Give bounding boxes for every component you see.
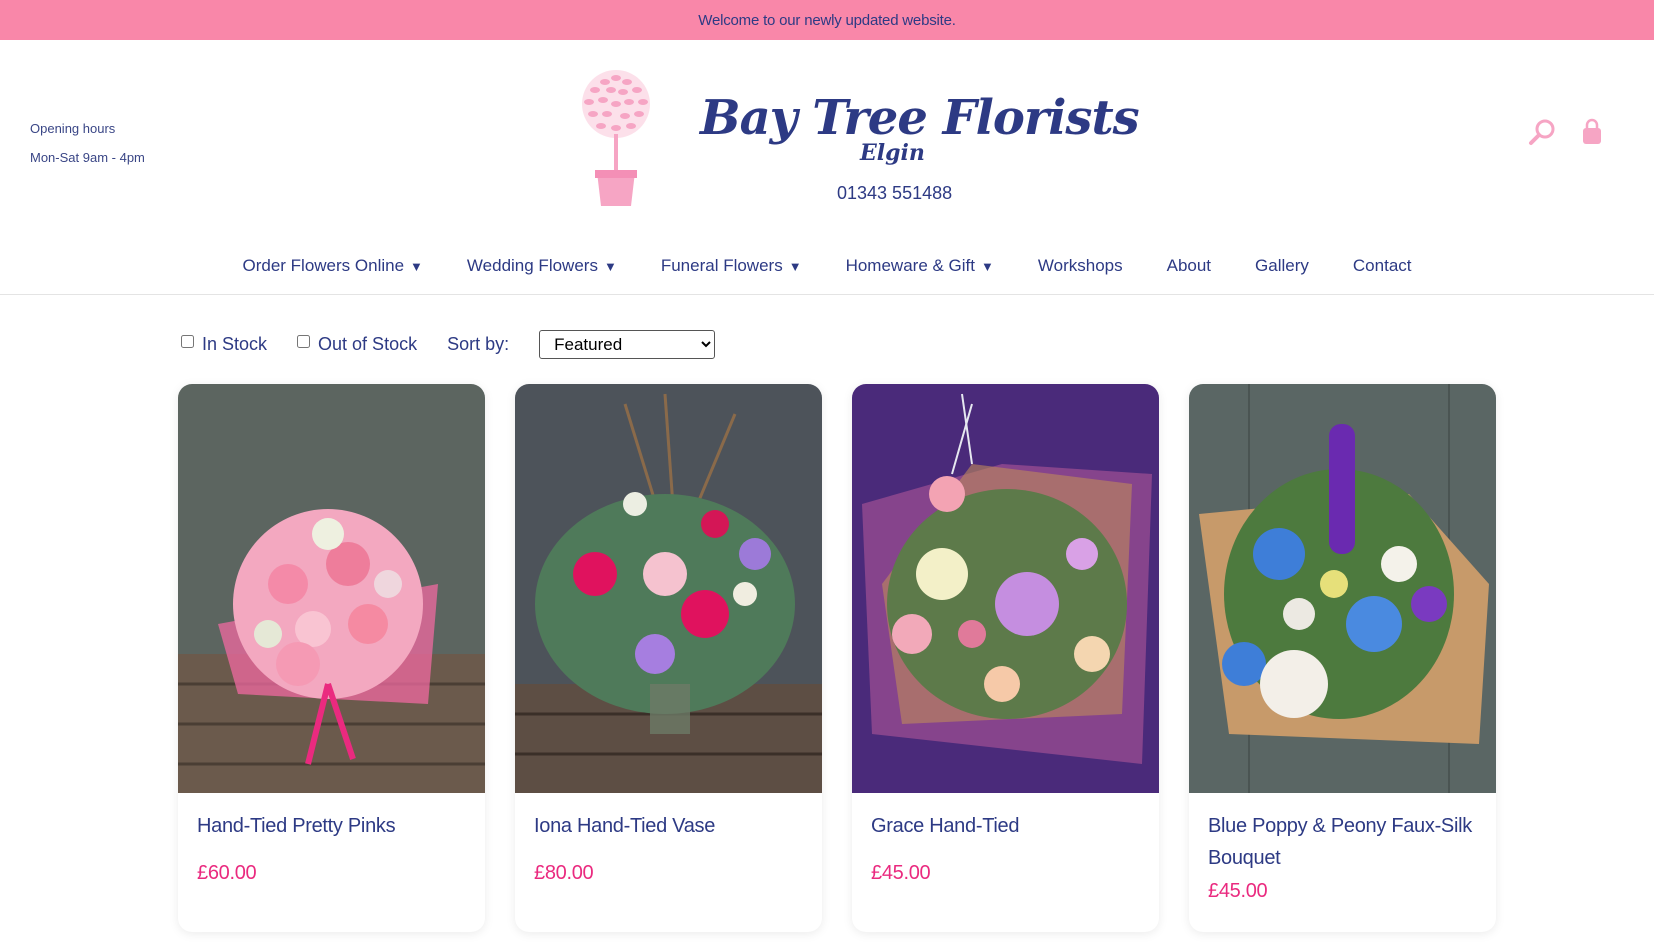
- product-card[interactable]: Grace Hand-Tied £45.00: [852, 384, 1159, 932]
- nav-label: Homeware & Gift: [845, 256, 976, 275]
- product-grid: Hand-Tied Pretty Pinks £60.00 Iona Hand-…: [178, 384, 1496, 932]
- product-card[interactable]: Blue Poppy & Peony Faux-Silk Bouquet £45…: [1189, 384, 1496, 932]
- out-of-stock-label: Out of Stock: [318, 334, 418, 354]
- product-photo[interactable]: [178, 384, 485, 793]
- caret-down-icon: ▼: [788, 259, 802, 274]
- bouquet-photo: [852, 384, 1159, 793]
- product-card[interactable]: Hand-Tied Pretty Pinks £60.00: [178, 384, 485, 932]
- bay-tree-icon: [582, 70, 650, 206]
- in-stock-label: In Stock: [202, 334, 268, 354]
- in-stock-checkbox[interactable]: [181, 335, 194, 348]
- main-nav: Order Flowers Online ▼ Wedding Flowers ▼ F…: [0, 242, 1654, 295]
- product-photo[interactable]: [852, 384, 1159, 793]
- site-logo[interactable]: Bay Tree Florists Elgin 01343 551488: [582, 68, 1140, 218]
- caret-down-icon: ▼: [410, 259, 423, 274]
- nav-item-homeware-gift[interactable]: Homeware & Gift ▼: [824, 242, 1016, 276]
- caret-down-icon: ▼: [603, 259, 617, 274]
- opening-hours-times: Mon-Sat 9am - 4pm: [30, 150, 145, 165]
- header-actions: [1528, 118, 1606, 146]
- product-price: £45.00: [1208, 880, 1268, 902]
- nav-item-about[interactable]: About: [1145, 242, 1233, 276]
- product-photo[interactable]: [1189, 384, 1496, 793]
- nav-label: Gallery: [1255, 256, 1309, 275]
- out-of-stock-filter[interactable]: Out of Stock: [297, 334, 417, 355]
- nav-label: Wedding Flowers: [466, 256, 598, 275]
- announcement-banner: Welcome to our newly updated website.: [0, 0, 1654, 40]
- sort-label: Sort by:: [447, 334, 510, 354]
- product-title[interactable]: Hand-Tied Pretty Pinks: [197, 810, 467, 842]
- logo-title: Bay Tree Florists: [700, 90, 1140, 146]
- faux-silk-bouquet-photo: [1189, 384, 1496, 793]
- product-title[interactable]: Iona Hand-Tied Vase: [534, 810, 804, 842]
- nav-label: Workshops: [1037, 256, 1123, 275]
- product-price: £80.00: [534, 862, 594, 884]
- nav-item-gallery[interactable]: Gallery: [1233, 242, 1331, 276]
- opening-hours-label: Opening hours: [30, 121, 116, 136]
- banner-text: Welcome to our newly updated website.: [698, 11, 956, 29]
- nav-item-order-flowers-online[interactable]: Order Flowers Online ▼: [220, 242, 444, 276]
- product-price: £45.00: [871, 862, 931, 884]
- product-title[interactable]: Blue Poppy & Peony Faux-Silk Bouquet: [1208, 810, 1478, 874]
- bouquet-photo: [178, 384, 485, 793]
- nav-item-wedding-flowers[interactable]: Wedding Flowers ▼: [445, 242, 639, 276]
- search-icon[interactable]: [1528, 118, 1556, 146]
- nav-label: About: [1166, 256, 1212, 275]
- nav-label: Contact: [1352, 256, 1412, 275]
- out-of-stock-checkbox[interactable]: [297, 335, 311, 348]
- nav-item-contact[interactable]: Contact: [1331, 242, 1434, 276]
- nav-item-workshops[interactable]: Workshops: [1016, 242, 1145, 276]
- phone-number[interactable]: 01343 551488: [837, 183, 952, 204]
- product-filters: In Stock Out of Stock Sort by: Featured: [181, 330, 716, 359]
- product-photo[interactable]: [515, 384, 822, 793]
- nav-item-funeral-flowers[interactable]: Funeral Flowers ▼: [639, 242, 824, 276]
- bag-icon[interactable]: [1578, 118, 1606, 146]
- caret-down-icon: ▼: [981, 259, 994, 274]
- nav-label: Funeral Flowers: [660, 256, 783, 275]
- product-price: £60.00: [197, 862, 257, 884]
- vase-arrangement-photo: [515, 384, 822, 793]
- nav-label: Order Flowers Online: [242, 256, 405, 275]
- opening-hours: Opening hours Mon-Sat 9am - 4pm: [30, 114, 145, 172]
- in-stock-filter[interactable]: In Stock: [181, 334, 267, 355]
- product-title[interactable]: Grace Hand-Tied: [871, 810, 1141, 842]
- product-card[interactable]: Iona Hand-Tied Vase £80.00: [515, 384, 822, 932]
- logo-subtitle: Elgin: [860, 140, 925, 166]
- sort-select[interactable]: Featured: [539, 330, 716, 359]
